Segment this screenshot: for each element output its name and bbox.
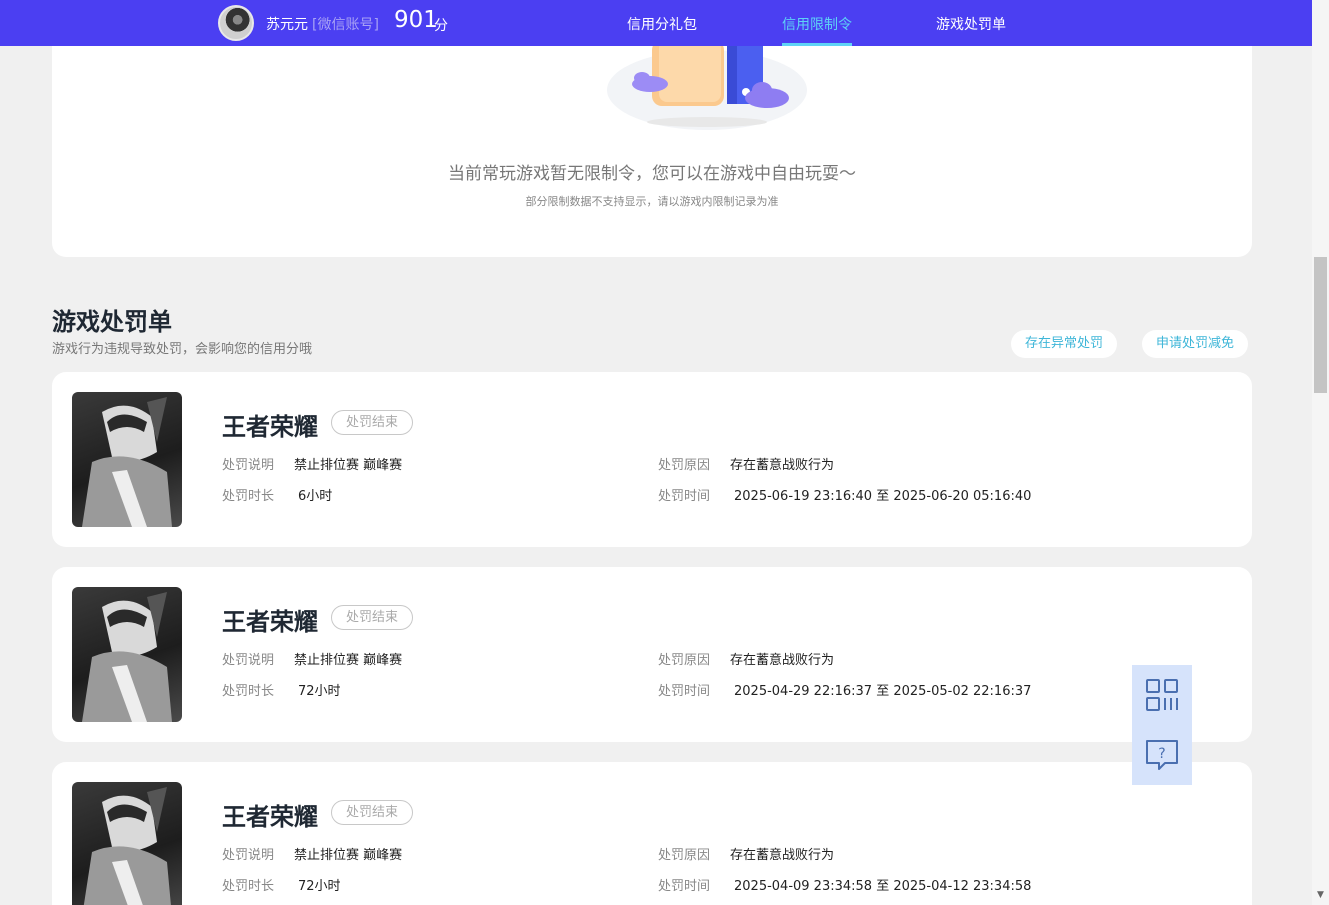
status-badge: 处罚结束 bbox=[331, 410, 414, 435]
penalty-duration-label: 处罚时长 bbox=[222, 879, 275, 894]
penalty-duration: 72小时 bbox=[298, 879, 341, 894]
penalty-duration: 6小时 bbox=[298, 489, 333, 504]
nav-credit-gift[interactable]: 信用分礼包 bbox=[627, 14, 697, 46]
credit-score: 901 bbox=[394, 7, 438, 33]
penalty-reason: 存在蓄意战败行为 bbox=[730, 653, 835, 668]
penalty-reason: 存在蓄意战败行为 bbox=[730, 848, 835, 863]
penalty-reason-label: 处罚原因 bbox=[658, 653, 711, 668]
penalty-time: 2025-04-29 22:16:37 至 2025-05-02 22:16:3… bbox=[734, 684, 1032, 699]
user-name: 苏元元 bbox=[266, 17, 308, 33]
penalty-duration-label: 处罚时长 bbox=[222, 684, 275, 699]
empty-restriction-title: 当前常玩游戏暂无限制令，您可以在游戏中自由玩耍～ bbox=[448, 164, 856, 184]
penalty-desc: 禁止排位赛 巅峰赛 bbox=[294, 653, 403, 668]
svg-text:?: ? bbox=[1158, 746, 1165, 762]
penalty-reason-label: 处罚原因 bbox=[658, 848, 711, 863]
penalty-time-label: 处罚时间 bbox=[658, 879, 711, 894]
abnormal-penalty-button[interactable]: 存在异常处罚 bbox=[1011, 330, 1118, 358]
penalty-desc-label: 处罚说明 bbox=[222, 458, 275, 473]
nav-game-penalty[interactable]: 游戏处罚单 bbox=[936, 14, 1006, 46]
penalty-reason: 存在蓄意战败行为 bbox=[730, 458, 835, 473]
penalty-time-label: 处罚时间 bbox=[658, 684, 711, 699]
penalty-card[interactable]: 王者荣耀 处罚结束 处罚说明 禁止排位赛 巅峰赛 处罚时长 72小时 处罚原因 … bbox=[52, 762, 1252, 905]
game-name: 王者荣耀 bbox=[222, 608, 318, 636]
penalty-desc: 禁止排位赛 巅峰赛 bbox=[294, 848, 403, 863]
credit-score-unit: 分 bbox=[434, 18, 448, 34]
penalty-time: 2025-04-09 23:34:58 至 2025-04-12 23:34:5… bbox=[734, 879, 1032, 894]
game-cover-image bbox=[72, 392, 182, 527]
qr-code-icon bbox=[1146, 679, 1178, 711]
game-name: 王者荣耀 bbox=[222, 413, 318, 441]
penalty-card[interactable]: 王者荣耀 处罚结束 处罚说明 禁止排位赛 巅峰赛 处罚时长 72小时 处罚原因 … bbox=[52, 567, 1252, 742]
help-feedback-button[interactable]: ? bbox=[1132, 725, 1192, 785]
status-badge: 处罚结束 bbox=[331, 800, 414, 825]
penalty-duration: 72小时 bbox=[298, 684, 341, 699]
help-chat-icon: ? bbox=[1146, 740, 1178, 770]
top-header: 苏元元 [微信账号] 901 分 信用分礼包 信用限制令 游戏处罚单 bbox=[0, 0, 1312, 46]
scrollbar-thumb[interactable] bbox=[1314, 257, 1327, 393]
apply-penalty-reduction-button[interactable]: 申请处罚减免 bbox=[1142, 330, 1249, 358]
game-name: 王者荣耀 bbox=[222, 803, 318, 831]
penalty-time: 2025-06-19 23:16:40 至 2025-06-20 05:16:4… bbox=[734, 489, 1032, 504]
avatar[interactable] bbox=[218, 5, 254, 41]
account-type: [微信账号] bbox=[312, 17, 379, 33]
status-badge: 处罚结束 bbox=[331, 605, 414, 630]
page-scrollbar[interactable] bbox=[1312, 0, 1329, 905]
penalty-desc-label: 处罚说明 bbox=[222, 653, 275, 668]
scroll-down-arrow-icon[interactable]: ▼ bbox=[1315, 890, 1326, 901]
penalty-duration-label: 处罚时长 bbox=[222, 489, 275, 504]
penalty-section-title: 游戏处罚单 bbox=[52, 308, 172, 336]
penalty-section-subtitle: 游戏行为违规导致处罚，会影响您的信用分哦 bbox=[52, 342, 313, 357]
game-cover-image bbox=[72, 587, 182, 722]
penalty-time-label: 处罚时间 bbox=[658, 489, 711, 504]
qr-code-button[interactable] bbox=[1132, 665, 1192, 725]
penalty-card[interactable]: 王者荣耀 处罚结束 处罚说明 禁止排位赛 巅峰赛 处罚时长 6小时 处罚原因 存… bbox=[52, 372, 1252, 547]
penalty-reason-label: 处罚原因 bbox=[658, 458, 711, 473]
penalty-desc-label: 处罚说明 bbox=[222, 848, 275, 863]
game-cover-image bbox=[72, 782, 182, 905]
empty-restriction-note: 部分限制数据不支持显示，请以游戏内限制记录为准 bbox=[525, 195, 779, 208]
penalty-desc: 禁止排位赛 巅峰赛 bbox=[294, 458, 403, 473]
nav-credit-restriction[interactable]: 信用限制令 bbox=[782, 14, 852, 46]
